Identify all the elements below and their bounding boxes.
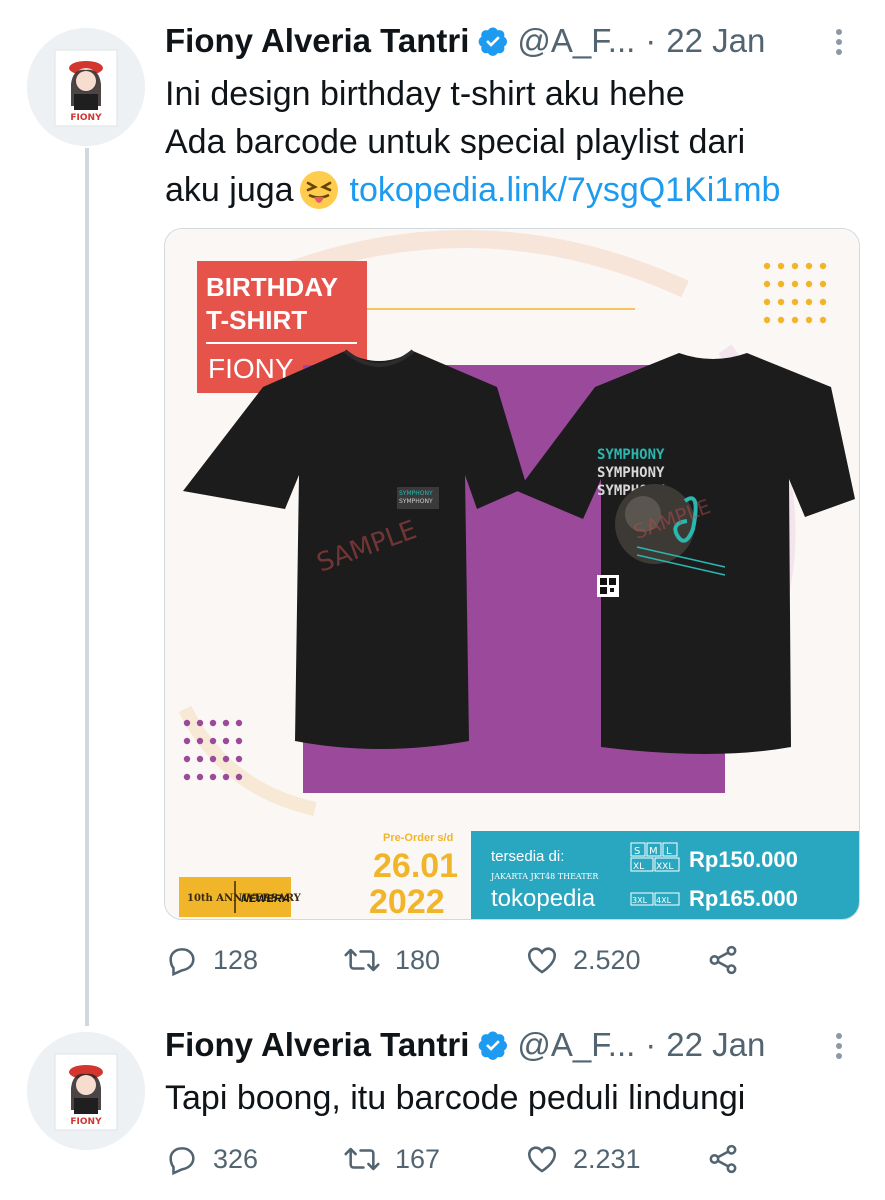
author-handle[interactable]: @A_F... [517, 22, 635, 60]
promo-graphic: BIRTHDAY T-SHIRT FIONY SYMPHONY SYMPHONY… [165, 229, 859, 919]
tweet-text: Tapi boong, itu barcode peduli lindungi [165, 1074, 745, 1122]
tweet-link[interactable]: tokopedia.link/7ysgQ1Ki1mb [350, 166, 781, 214]
logo-newera: NEWERA [241, 893, 290, 905]
store-name: tokopedia [491, 885, 596, 912]
heart-icon [527, 947, 557, 974]
avatar-label: FIONY [70, 1117, 102, 1127]
like-button[interactable]: 2.231 [525, 1142, 641, 1176]
author-name[interactable]: Fiony Alveria Tantri [165, 22, 469, 60]
svg-text:3XL: 3XL [632, 896, 648, 905]
tweet-text-line: Ada barcode untuk special playlist dari [165, 123, 746, 161]
preorder-year: 2022 [369, 883, 445, 919]
squinting-tongue-emoji-icon [298, 169, 340, 211]
tweet-2[interactable]: FIONY Fiony Alveria Tantri @A_F... · 22 … [0, 1010, 885, 1200]
svg-text:M: M [649, 846, 658, 857]
theater-name: JAKARTA JKT48 THEATER [490, 872, 599, 881]
retweet-count: 180 [395, 944, 441, 975]
like-button[interactable]: 2.520 [525, 943, 641, 977]
tweet-text-line: Tapi boong, itu barcode peduli lindungi [165, 1079, 746, 1117]
tweet-1[interactable]: FIONY Fiony Alveria Tantri @A_F... · 22 … [0, 0, 885, 1010]
share-button[interactable] [706, 943, 754, 977]
more-options-icon[interactable] [832, 1030, 846, 1070]
share-icon [709, 945, 737, 975]
svg-text:SYMPHONY: SYMPHONY [399, 490, 433, 497]
verified-badge-icon [477, 1029, 509, 1061]
more-options-icon[interactable] [832, 26, 846, 66]
verified-badge-icon [477, 25, 509, 57]
retweet-icon [344, 948, 380, 972]
author-handle[interactable]: @A_F... [517, 1026, 635, 1064]
tweet-text-line: Ini design birthday t-shirt aku hehe [165, 75, 685, 113]
heart-icon [527, 1146, 557, 1173]
preorder-label: Pre-Order s/d [383, 832, 453, 844]
author-name[interactable]: Fiony Alveria Tantri [165, 1026, 469, 1064]
avatar[interactable]: FIONY [27, 1032, 145, 1150]
tweet-header: Fiony Alveria Tantri @A_F... · 22 Jan [165, 1026, 765, 1064]
retweet-count: 167 [395, 1143, 441, 1174]
available-label: tersedia di: [491, 848, 564, 865]
tweet-date[interactable]: 22 Jan [666, 22, 765, 60]
separator: · [645, 1026, 657, 1063]
print-word: SYMPHONY [597, 447, 665, 463]
reply-icon [169, 1147, 195, 1176]
preorder-date: 26.01 [373, 847, 458, 885]
svg-text:S: S [634, 846, 640, 857]
title-line2: T-SHIRT [206, 305, 307, 335]
svg-text:4XL: 4XL [656, 896, 672, 905]
avatar[interactable]: FIONY [27, 28, 145, 146]
svg-text:SYMPHONY: SYMPHONY [597, 465, 665, 481]
like-count: 2.520 [573, 944, 641, 975]
price-1: Rp150.000 [689, 847, 798, 872]
tweet-actions: 128 180 2.520 [165, 943, 765, 983]
svg-text:XL: XL [633, 862, 644, 872]
svg-text:L: L [666, 846, 672, 857]
tweet-text: Ini design birthday t-shirt aku hehe Ada… [165, 70, 780, 214]
tweet-date[interactable]: 22 Jan [666, 1026, 765, 1064]
reply-button[interactable]: 326 [165, 1142, 258, 1176]
separator: · [645, 22, 657, 59]
retweet-button[interactable]: 180 [343, 943, 440, 977]
avatar-label: FIONY [70, 113, 102, 123]
price-2: Rp165.000 [689, 886, 798, 911]
reply-count: 326 [213, 1143, 259, 1174]
reply-icon [169, 948, 195, 977]
share-button[interactable] [706, 1142, 754, 1176]
like-count: 2.231 [573, 1143, 641, 1174]
share-icon [709, 1144, 737, 1174]
tweet-text-line: aku juga [165, 171, 294, 209]
title-line1: BIRTHDAY [206, 272, 338, 302]
retweet-icon [344, 1147, 380, 1171]
reply-button[interactable]: 128 [165, 943, 258, 977]
retweet-button[interactable]: 167 [343, 1142, 440, 1176]
tweet-media-image[interactable]: BIRTHDAY T-SHIRT FIONY SYMPHONY SYMPHONY… [164, 228, 860, 920]
reply-count: 128 [213, 944, 259, 975]
tweet-header: Fiony Alveria Tantri @A_F... · 22 Jan [165, 22, 765, 60]
svg-text:XXL: XXL [656, 862, 673, 872]
svg-text:SYMPHONY: SYMPHONY [399, 498, 433, 505]
tweet-actions: 326 167 2.231 [165, 1142, 765, 1182]
